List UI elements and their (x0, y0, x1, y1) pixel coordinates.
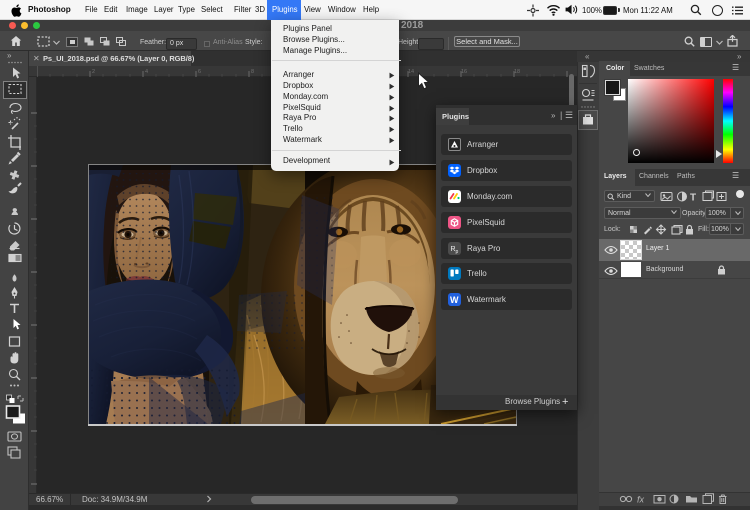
svg-text:14: 14 (408, 69, 414, 75)
svg-text:16: 16 (461, 69, 467, 75)
svg-text:6: 6 (198, 69, 201, 75)
svg-text:18: 18 (514, 69, 520, 75)
svg-text:2: 2 (92, 69, 95, 75)
svg-text:W: W (450, 295, 459, 305)
svg-text:»: » (7, 51, 12, 60)
svg-text:fx: fx (637, 495, 645, 505)
svg-text:4: 4 (145, 69, 148, 75)
svg-text:T: T (690, 193, 696, 204)
svg-text:p: p (456, 249, 459, 255)
svg-text:8: 8 (251, 69, 254, 75)
